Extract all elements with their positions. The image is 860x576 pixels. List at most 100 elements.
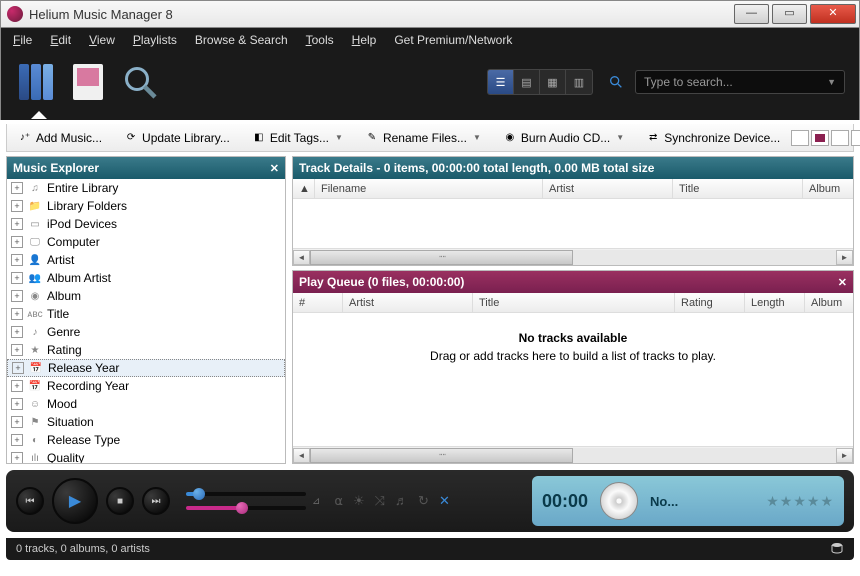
hscrollbar[interactable]: ◄►	[293, 248, 853, 265]
close-icon[interactable]: ✕	[270, 162, 279, 175]
col-length[interactable]: Length	[745, 293, 805, 312]
expand-icon[interactable]: +	[11, 290, 23, 302]
hscrollbar[interactable]: ◄►	[293, 446, 853, 463]
expand-icon[interactable]: +	[11, 308, 23, 320]
maximize-button[interactable]: ▭	[772, 4, 807, 24]
tree-item-label: Computer	[47, 235, 100, 249]
view-details-icon[interactable]: ▤	[514, 70, 540, 94]
tree-item[interactable]: + 🖵 Computer	[7, 233, 285, 251]
tree-item[interactable]: +📅Recording Year	[7, 377, 285, 395]
col-artist[interactable]: Artist	[343, 293, 473, 312]
col-title[interactable]: Title	[673, 179, 803, 198]
view-list-icon[interactable]: ☰	[488, 70, 514, 94]
col-title[interactable]: Title	[473, 293, 675, 312]
tree-item[interactable]: +♫Entire Library	[7, 179, 285, 197]
expand-icon[interactable]: +	[11, 326, 23, 338]
crossfade-icon[interactable]: ✕	[439, 493, 450, 509]
prev-button[interactable]: ⏮	[16, 487, 44, 515]
search-view-button[interactable]	[119, 61, 161, 103]
seek-slider[interactable]	[186, 492, 306, 496]
tree-item[interactable]: +♪Genre	[7, 323, 285, 341]
tree-item[interactable]: +★Rating	[7, 341, 285, 359]
expand-icon[interactable]: +	[11, 434, 23, 446]
tree-item-icon: ◉	[27, 288, 43, 304]
sync-device-button[interactable]: ⇄Synchronize Device...	[639, 128, 787, 148]
col-album[interactable]: Album	[805, 293, 853, 312]
edit-tags-button[interactable]: ◧Edit Tags...▼	[245, 128, 350, 148]
expand-icon[interactable]: +	[11, 272, 23, 284]
expand-icon[interactable]: +	[11, 236, 23, 248]
menu-playlists[interactable]: Playlists	[133, 33, 177, 47]
broadcast-icon[interactable]: ☀	[353, 493, 365, 509]
expand-icon[interactable]: +	[12, 362, 24, 374]
menu-browse[interactable]: Browse & Search	[195, 33, 288, 47]
expand-icon[interactable]: +	[11, 416, 23, 428]
stop-button[interactable]: ■	[106, 487, 134, 515]
close-icon[interactable]: ✕	[838, 276, 847, 289]
view-compact-icon[interactable]: ▥	[566, 70, 592, 94]
expand-icon[interactable]: +	[11, 182, 23, 194]
col-rating[interactable]: Rating	[675, 293, 745, 312]
lastfm-icon[interactable]: ⍺	[334, 493, 343, 509]
library-view-button[interactable]	[15, 61, 57, 103]
expand-icon[interactable]: +	[11, 452, 23, 463]
menu-tools[interactable]: Tools	[306, 33, 334, 47]
search-icon[interactable]	[603, 70, 629, 94]
update-library-button[interactable]: ⟳Update Library...	[117, 128, 237, 148]
pane-layout-3[interactable]	[831, 130, 849, 146]
rename-files-button[interactable]: ✎Rename Files...▼	[358, 128, 488, 148]
pane-layout-2[interactable]	[811, 130, 829, 146]
equalizer-icon[interactable]: ♬	[395, 493, 408, 509]
tree-item-icon: ⚑	[27, 414, 43, 430]
tree[interactable]: +♫Entire Library+📁Library Folders+▭iPod …	[7, 179, 285, 463]
menu-help[interactable]: Help	[352, 33, 377, 47]
tree-item[interactable]: +👤Artist	[7, 251, 285, 269]
expand-icon[interactable]: +	[11, 398, 23, 410]
track-details-header: ▲ Filename Artist Title Album	[293, 179, 853, 199]
document-view-button[interactable]	[67, 61, 109, 103]
pane-layout-4[interactable]	[851, 130, 860, 146]
play-button[interactable]: ▶	[52, 478, 98, 524]
tree-item-label: Library Folders	[47, 199, 127, 213]
expand-icon[interactable]: +	[11, 344, 23, 356]
col-filename[interactable]: Filename	[315, 179, 543, 198]
expand-icon[interactable]: +	[11, 254, 23, 266]
add-music-button[interactable]: ♪⁺Add Music...	[11, 128, 109, 148]
tree-item[interactable]: +▭iPod Devices	[7, 215, 285, 233]
tree-item[interactable]: +📅Release Year	[7, 359, 285, 377]
menu-file[interactable]: File	[13, 33, 32, 47]
tree-item[interactable]: +◐Release Type	[7, 431, 285, 449]
database-icon[interactable]	[830, 542, 844, 556]
expand-icon[interactable]: +	[11, 380, 23, 392]
menu-premium[interactable]: Get Premium/Network	[394, 33, 512, 47]
tree-item[interactable]: +◉Album	[7, 287, 285, 305]
close-button[interactable]: ✕	[810, 4, 856, 24]
tree-item[interactable]: +ılıQuality	[7, 449, 285, 463]
tree-item[interactable]: +📁Library Folders	[7, 197, 285, 215]
col-num[interactable]: #	[293, 293, 343, 312]
shuffle-icon[interactable]: ⤨	[375, 493, 385, 509]
col-artist[interactable]: Artist	[543, 179, 673, 198]
chevron-down-icon[interactable]: ▼	[827, 77, 836, 87]
tree-item-icon: 🖵	[27, 234, 43, 250]
minimize-button[interactable]: —	[734, 4, 769, 24]
queue-body[interactable]: No tracks available Drag or add tracks h…	[293, 313, 853, 446]
next-button[interactable]: ⏭	[142, 487, 170, 515]
pane-layout-1[interactable]	[791, 130, 809, 146]
menu-edit[interactable]: Edit	[50, 33, 71, 47]
burn-cd-button[interactable]: ◉Burn Audio CD...▼	[496, 128, 631, 148]
tree-item[interactable]: +☺Mood	[7, 395, 285, 413]
tree-item[interactable]: +⚑Situation	[7, 413, 285, 431]
tree-item[interactable]: +ᴀʙᴄTitle	[7, 305, 285, 323]
rating-stars[interactable]: ★★★★★	[766, 493, 834, 510]
search-input[interactable]: Type to search... ▼	[635, 70, 845, 94]
tree-item[interactable]: +👥Album Artist	[7, 269, 285, 287]
sort-indicator-icon[interactable]: ▲	[293, 179, 315, 198]
view-grid-icon[interactable]: ▦	[540, 70, 566, 94]
expand-icon[interactable]: +	[11, 200, 23, 212]
expand-icon[interactable]: +	[11, 218, 23, 230]
menu-view[interactable]: View	[89, 33, 115, 47]
repeat-icon[interactable]: ↻	[418, 493, 429, 509]
volume-slider[interactable]	[186, 506, 306, 510]
col-album[interactable]: Album	[803, 179, 853, 198]
